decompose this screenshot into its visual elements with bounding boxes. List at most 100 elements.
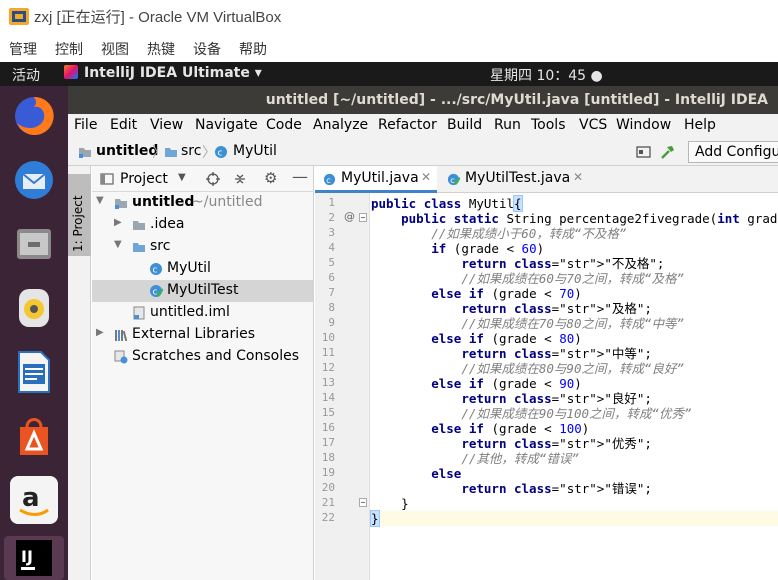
project-panel-title[interactable]: Project xyxy=(120,171,168,187)
line-number: 7 xyxy=(328,286,335,299)
tree-item-myutil[interactable]: c MyUtil xyxy=(92,258,314,280)
virtualbox-window-title: zxj [正在运行] - Oracle VM VirtualBox xyxy=(34,9,282,26)
menu-tools[interactable]: Tools xyxy=(531,117,566,133)
tree-item-iml[interactable]: untitled.iml xyxy=(92,302,314,324)
tree-item-idea[interactable]: ▶ .idea xyxy=(92,214,314,236)
vbox-menu-view[interactable]: 视图 xyxy=(101,39,129,59)
amazon-icon[interactable]: a xyxy=(10,476,58,524)
tree-item-myutiltest[interactable]: c MyUtilTest xyxy=(92,280,314,302)
menu-code[interactable]: Code xyxy=(266,117,302,133)
vbox-menu-help[interactable]: 帮助 xyxy=(239,39,267,59)
add-configuration-button[interactable]: Add Configu xyxy=(688,141,778,163)
intellij-mini-icon xyxy=(64,65,78,79)
line-number: 14 xyxy=(321,391,335,404)
structure-view-icon[interactable] xyxy=(636,145,651,159)
code-line[interactable]: return class="str">"错误"; xyxy=(371,481,778,496)
menu-build[interactable]: Build xyxy=(447,117,482,133)
override-marker-icon[interactable]: @ xyxy=(344,210,355,223)
code-line[interactable]: //其他，转成“错误” xyxy=(371,451,778,466)
code-line[interactable]: return class="str">"不及格"; xyxy=(371,256,778,271)
collapsed-arrow-icon[interactable]: ▶ xyxy=(96,327,104,338)
collapsed-arrow-icon[interactable]: ▶ xyxy=(114,217,122,228)
code-area[interactable]: public class MyUtil{ public static Strin… xyxy=(370,193,778,580)
code-line[interactable]: else if (grade < 80) xyxy=(371,331,778,346)
tab-myutil-java[interactable]: c MyUtil.java ✕ xyxy=(315,166,437,193)
vbox-menu-devices[interactable]: 设备 xyxy=(193,39,221,59)
code-line[interactable]: //如果成绩在60与70之间，转成“及格” xyxy=(371,271,778,286)
module-folder-icon xyxy=(115,199,127,209)
rhythmbox-icon[interactable] xyxy=(10,284,58,332)
firefox-icon[interactable] xyxy=(10,92,58,140)
expanded-arrow-icon[interactable]: ▼ xyxy=(96,195,104,206)
fold-end-icon[interactable] xyxy=(359,498,367,507)
collapse-all-icon[interactable] xyxy=(233,172,247,186)
hide-panel-icon[interactable]: — xyxy=(292,167,308,186)
code-line[interactable]: public static String percentage2fivegrad… xyxy=(371,211,778,226)
tree-item-src[interactable]: ▼ src xyxy=(92,236,314,258)
app-menu[interactable]: IntelliJ IDEA Ultimate ▾ xyxy=(64,65,262,81)
close-icon[interactable]: ✕ xyxy=(573,170,583,184)
clock[interactable]: 星期四 10：45 ● xyxy=(490,65,603,85)
svg-text:c: c xyxy=(450,175,455,185)
code-line[interactable]: //如果成绩在90与100之间，转成“优秀” xyxy=(371,406,778,421)
locate-icon[interactable] xyxy=(206,172,220,186)
expanded-arrow-icon[interactable]: ▼ xyxy=(114,239,122,250)
line-number: 10 xyxy=(321,331,335,344)
menu-vcs[interactable]: VCS xyxy=(579,117,607,133)
build-hammer-icon[interactable] xyxy=(660,144,676,160)
project-tool-tab[interactable]: 1: Project xyxy=(68,174,91,256)
chevron-down-icon[interactable]: ▼ xyxy=(178,172,186,183)
code-line[interactable]: return class="str">"优秀"; xyxy=(371,436,778,451)
software-center-icon[interactable] xyxy=(10,412,58,460)
fold-icon[interactable] xyxy=(359,213,367,222)
code-line[interactable]: //如果成绩小于60，转成“不及格” xyxy=(371,226,778,241)
activities-button[interactable]: 活动 xyxy=(12,65,40,85)
tree-item-untitled[interactable]: ▼ untitled ~/untitled xyxy=(92,192,314,214)
code-line[interactable]: //如果成绩在80与90之间，转成“良好” xyxy=(371,361,778,376)
code-line[interactable]: else if (grade < 100) xyxy=(371,421,778,436)
line-number: 22 xyxy=(321,511,335,524)
code-line[interactable]: public class MyUtil{ xyxy=(371,195,778,212)
line-number: 21 xyxy=(321,496,335,509)
line-number: 12 xyxy=(321,361,335,374)
code-line[interactable]: else if (grade < 90) xyxy=(371,376,778,391)
files-icon[interactable] xyxy=(10,220,58,268)
tree-item-scratches[interactable]: Scratches and Consoles xyxy=(92,346,314,368)
code-line[interactable]: return class="str">"及格"; xyxy=(371,301,778,316)
line-number: 18 xyxy=(321,451,335,464)
close-icon[interactable]: ✕ xyxy=(421,170,431,184)
menu-window[interactable]: Window xyxy=(616,117,671,133)
libreoffice-writer-icon[interactable] xyxy=(10,348,58,396)
code-line[interactable]: return class="str">"良好"; xyxy=(371,391,778,406)
line-number: 13 xyxy=(321,376,335,389)
vbox-menu-manage[interactable]: 管理 xyxy=(9,39,37,59)
breadcrumb-src[interactable]: src xyxy=(181,143,201,159)
code-line[interactable]: } xyxy=(370,510,778,527)
code-line[interactable]: else xyxy=(371,466,778,481)
tree-item-label: External Libraries xyxy=(132,326,255,342)
vbox-menu-hotkey[interactable]: 热键 xyxy=(147,39,175,59)
code-line[interactable]: if (grade < 60) xyxy=(371,241,778,256)
code-line[interactable]: } xyxy=(371,496,778,511)
menu-file[interactable]: File xyxy=(74,117,97,133)
menu-help[interactable]: Help xyxy=(684,117,716,133)
dock: a IJ xyxy=(0,86,68,580)
tab-myutiltest-java[interactable]: c MyUtilTest.java ✕ xyxy=(439,166,589,193)
vbox-menu-control[interactable]: 控制 xyxy=(55,39,83,59)
thunderbird-icon[interactable] xyxy=(10,156,58,204)
menu-analyze[interactable]: Analyze xyxy=(313,117,368,133)
breadcrumb-class[interactable]: MyUtil xyxy=(233,143,277,159)
menu-refactor[interactable]: Refactor xyxy=(378,117,437,133)
menu-view[interactable]: View xyxy=(150,117,183,133)
iml-file-icon xyxy=(133,306,145,320)
code-line[interactable]: else if (grade < 70) xyxy=(371,286,778,301)
intellij-icon[interactable]: IJ xyxy=(4,536,64,580)
menu-edit[interactable]: Edit xyxy=(110,117,137,133)
code-line[interactable]: //如果成绩在70与80之间，转成“中等” xyxy=(371,316,778,331)
breadcrumb-project[interactable]: untitled xyxy=(96,143,158,159)
gear-icon[interactable]: ⚙ xyxy=(264,169,277,187)
tree-item-external-libraries[interactable]: ▶ External Libraries xyxy=(92,324,314,346)
code-line[interactable]: return class="str">"中等"; xyxy=(371,346,778,361)
menu-run[interactable]: Run xyxy=(494,117,521,133)
menu-navigate[interactable]: Navigate xyxy=(195,117,258,133)
